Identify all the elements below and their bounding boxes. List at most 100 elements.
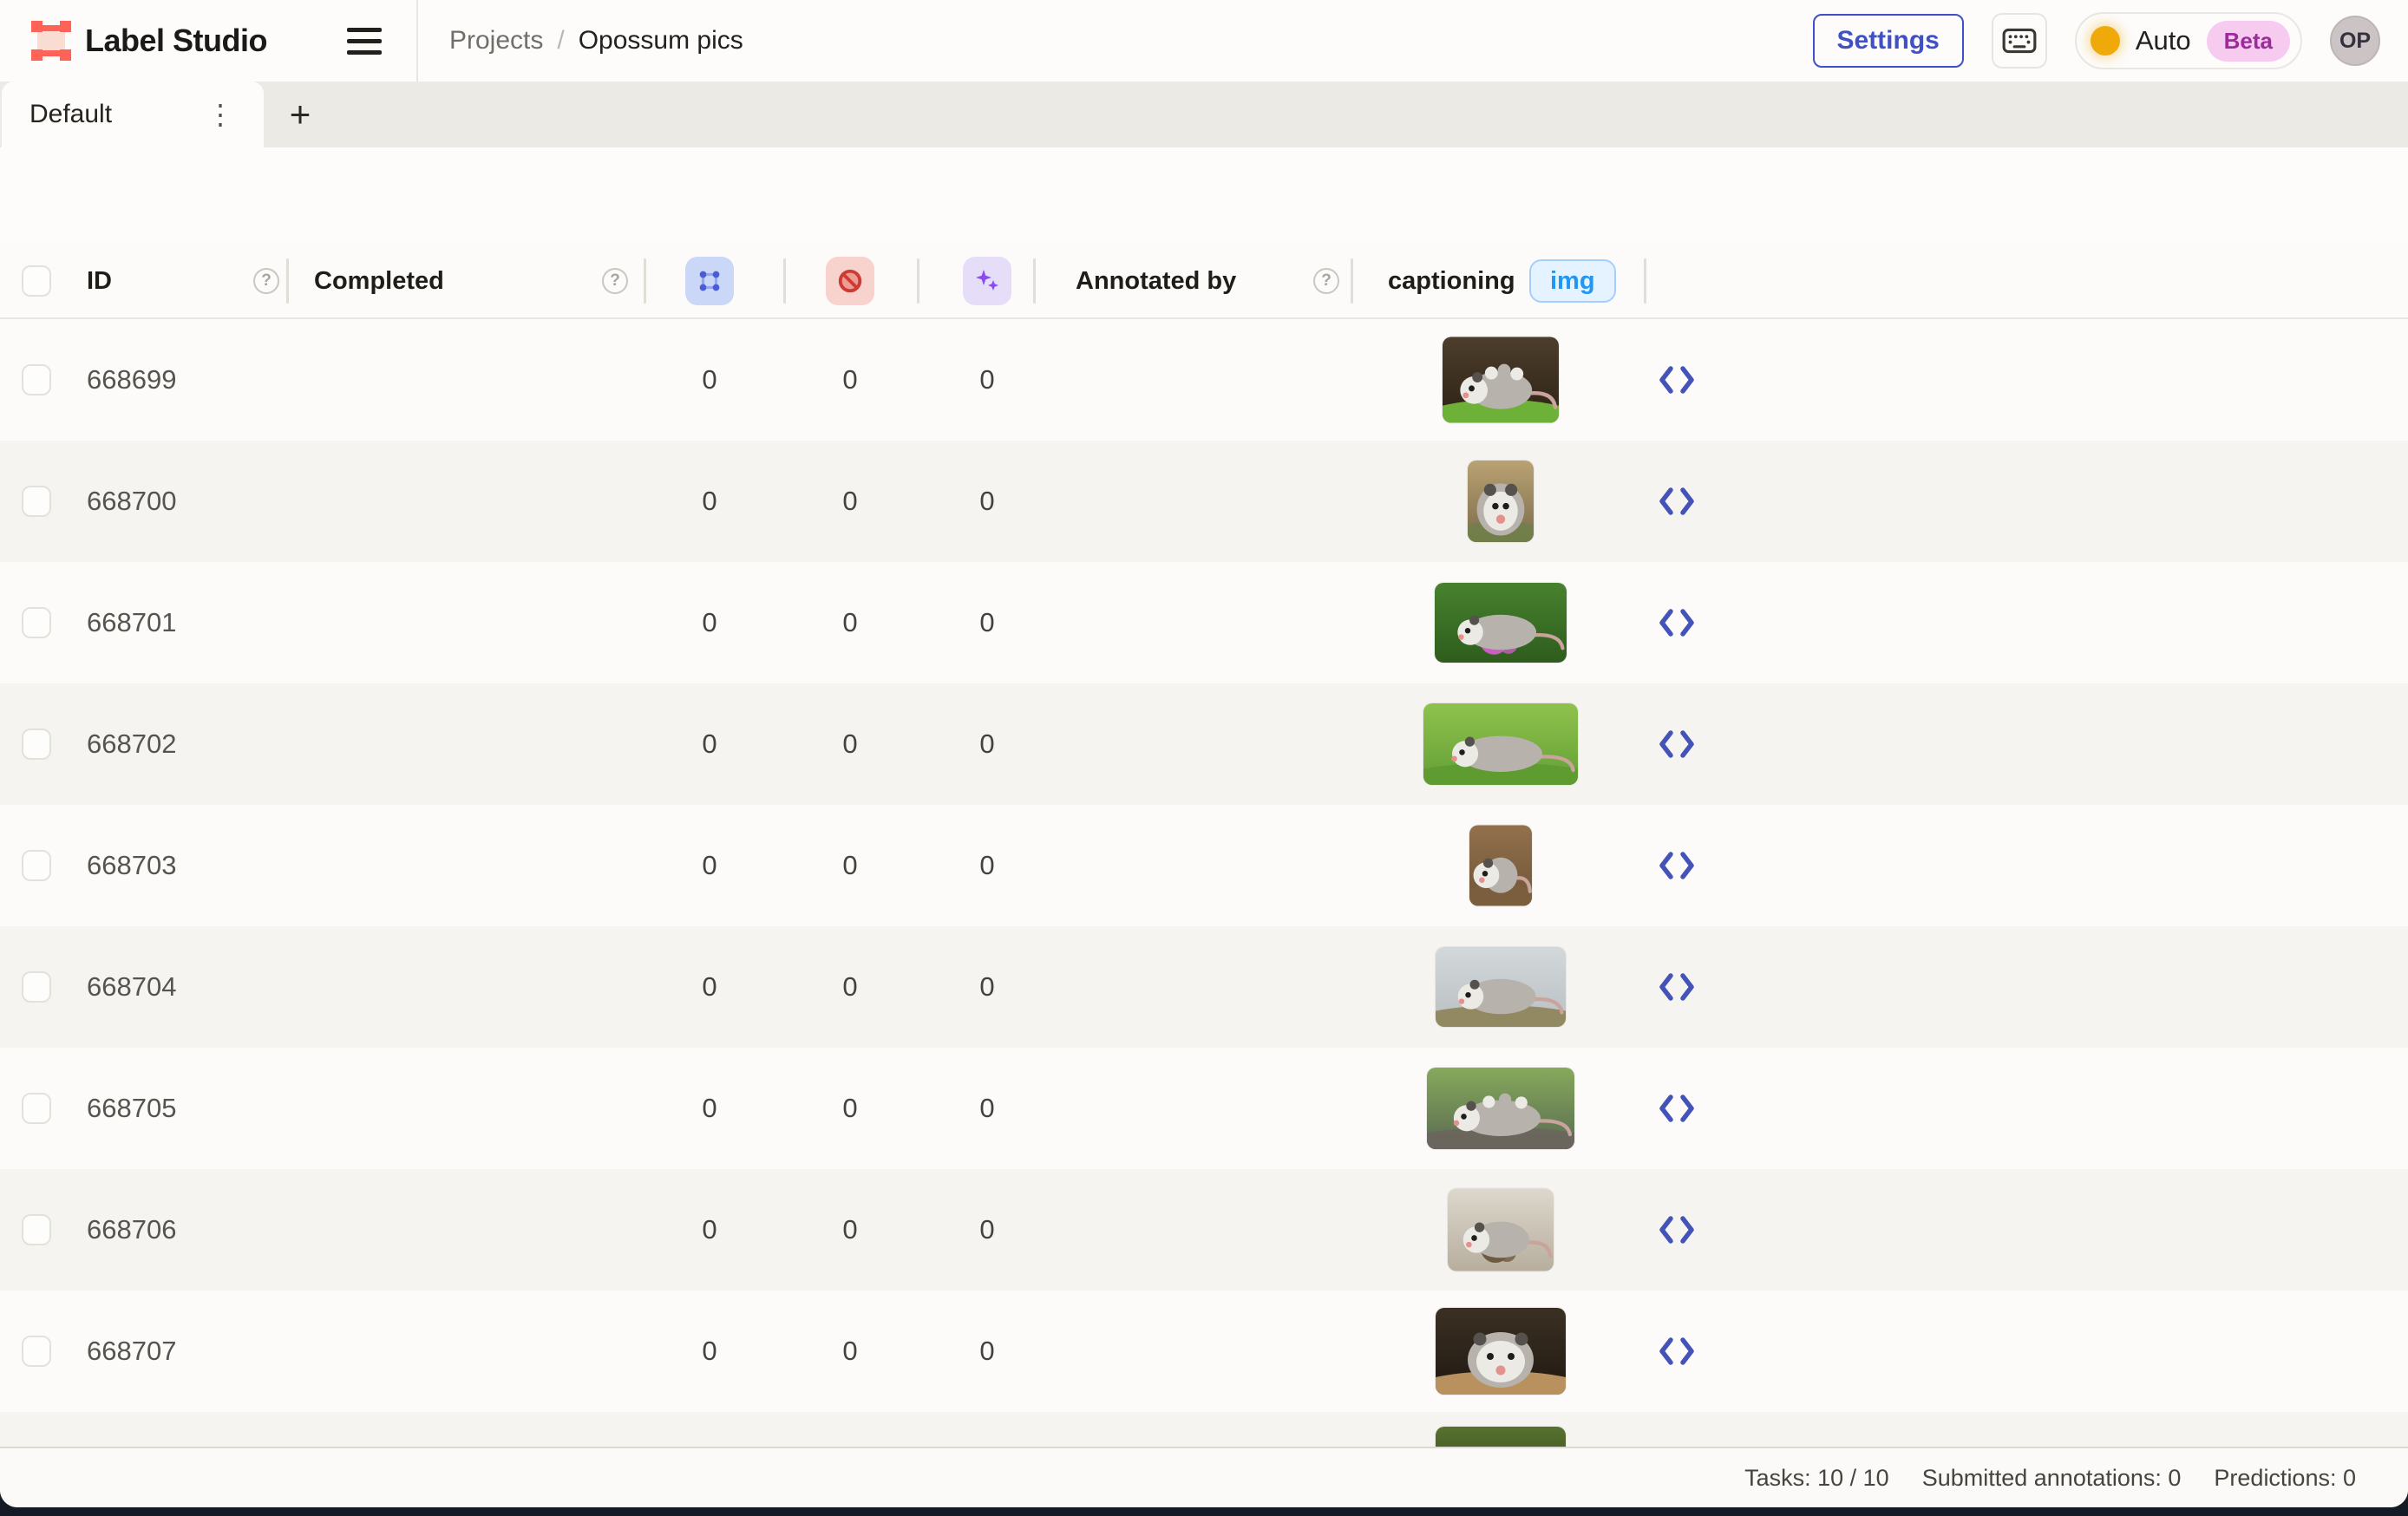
img-type-badge: img [1529,259,1616,303]
task-id: 668699 [87,364,176,395]
code-icon[interactable] [1658,486,1696,517]
column-header-annotated-by[interactable]: Annotated by [1076,243,1236,319]
task-thumbnail[interactable] [1448,1189,1554,1271]
breadcrumb-projects[interactable]: Projects [449,26,543,56]
cancelled-count: 0 [824,971,876,1003]
keyboard-shortcuts-button[interactable] [1992,13,2047,69]
column-divider [644,258,646,304]
row-checkbox[interactable] [22,971,51,1003]
annotations-count: 0 [684,971,736,1003]
code-icon[interactable] [1658,729,1696,760]
task-id: 668701 [87,607,176,638]
task-thumbnail[interactable] [1443,337,1559,423]
predictions-count: 0 [961,850,1013,881]
table-row[interactable]: 668705 0 0 0 [0,1048,2408,1169]
table-row[interactable]: 668699 0 0 0 [0,319,2408,441]
table-row[interactable]: 668701 0 0 0 [0,562,2408,683]
header-divider [416,0,418,82]
row-checkbox[interactable] [22,729,51,760]
annotations-column-icon[interactable] [685,257,734,305]
submitted-annotations-count: Submitted annotations: 0 [1922,1465,2182,1492]
add-tab-button[interactable]: + [276,82,324,147]
sparkles-icon [973,267,1001,295]
column-divider [1033,258,1036,304]
column-header-id[interactable]: ID [87,243,112,319]
table-row[interactable]: 668704 0 0 0 [0,926,2408,1048]
auto-mode-toggle[interactable]: Auto Beta [2075,12,2302,69]
header-right-group: Settings Auto Beta OP [1813,0,2381,82]
task-thumbnail[interactable] [1423,703,1578,785]
beta-badge: Beta [2207,21,2290,62]
tab-default[interactable]: Default ⋮ [2,82,264,147]
code-icon[interactable] [1658,364,1696,395]
row-checkbox[interactable] [22,1214,51,1245]
select-all-checkbox[interactable] [22,265,51,297]
row-checkbox[interactable] [22,607,51,638]
task-id: 668703 [87,850,176,881]
cancelled-column-icon[interactable] [826,257,874,305]
table-row[interactable]: 668703 0 0 0 [0,805,2408,926]
app-title: Label Studio [85,0,267,82]
row-checkbox[interactable] [22,486,51,517]
row-checkbox[interactable] [22,364,51,395]
settings-button[interactable]: Settings [1813,14,1964,68]
cancelled-count: 0 [824,850,876,881]
breadcrumb-current-project: Opossum pics [579,26,743,56]
help-icon[interactable]: ? [602,268,628,294]
table-row-partial[interactable] [0,1412,2408,1447]
predictions-count: 0 [961,486,1013,517]
task-id: 668707 [87,1336,176,1367]
code-icon[interactable] [1658,1336,1696,1367]
column-divider [1644,258,1646,304]
menu-icon[interactable] [347,23,382,58]
predictions-count: 0 [961,971,1013,1003]
code-icon[interactable] [1658,1214,1696,1245]
prohibition-icon [837,268,863,294]
task-thumbnail[interactable] [1427,1068,1574,1149]
task-thumbnail[interactable] [1468,461,1534,542]
cancelled-count: 0 [824,364,876,395]
annotations-count: 0 [684,607,736,638]
code-icon[interactable] [1658,607,1696,638]
task-thumbnail[interactable] [1469,826,1532,906]
task-thumbnail[interactable] [1435,583,1567,663]
annotations-count: 0 [684,729,736,760]
column-divider [1351,258,1353,304]
annotations-count: 0 [684,364,736,395]
table-row[interactable]: 668706 0 0 0 [0,1169,2408,1291]
predictions-count: 0 [961,1214,1013,1245]
row-checkbox[interactable] [22,1093,51,1124]
predictions-count: 0 [961,1336,1013,1367]
task-thumbnail[interactable] [1436,1308,1566,1395]
task-id: 668705 [87,1093,176,1124]
cancelled-count: 0 [824,729,876,760]
predictions-column-icon[interactable] [963,257,1011,305]
tab-strip: Default ⋮ + [0,82,2408,147]
column-divider [286,258,289,304]
auto-status-dot [2091,26,2120,56]
table-row[interactable]: 668700 0 0 0 [0,441,2408,562]
cancelled-count: 0 [824,607,876,638]
table-row[interactable]: 668707 0 0 0 [0,1291,2408,1412]
row-checkbox[interactable] [22,850,51,881]
task-id: 668702 [87,729,176,760]
user-avatar[interactable]: OP [2330,16,2380,66]
cancelled-count: 0 [824,1214,876,1245]
table-row[interactable]: 668702 0 0 0 [0,683,2408,805]
tab-kebab-icon[interactable]: ⋮ [206,101,234,128]
help-icon[interactable]: ? [253,268,279,294]
task-thumbnail[interactable] [1436,1427,1566,1447]
code-icon[interactable] [1658,971,1696,1003]
code-icon[interactable] [1658,850,1696,881]
tab-label: Default [29,100,112,129]
task-thumbnail[interactable] [1436,947,1566,1027]
top-header: Label Studio Projects / Opossum pics Set… [0,0,2408,82]
annotations-count: 0 [684,1093,736,1124]
column-header-captioning[interactable]: captioning [1388,243,1515,319]
row-checkbox[interactable] [22,1336,51,1367]
task-id: 668700 [87,486,176,517]
column-header-completed[interactable]: Completed [314,243,444,319]
annotations-count: 0 [684,1336,736,1367]
code-icon[interactable] [1658,1093,1696,1124]
help-icon[interactable]: ? [1313,268,1339,294]
